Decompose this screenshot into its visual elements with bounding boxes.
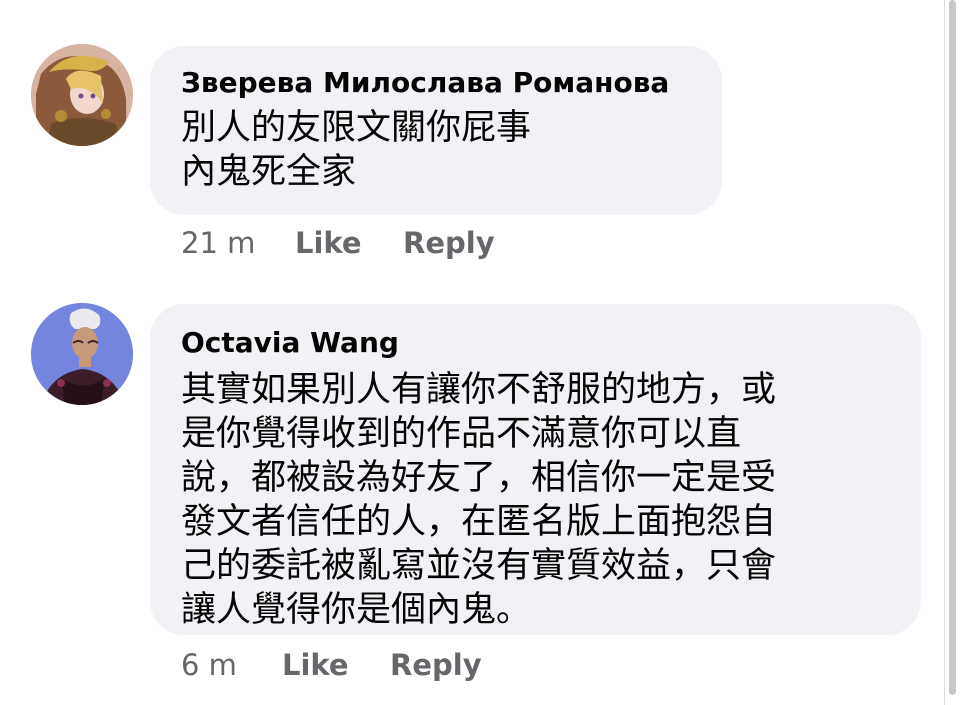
comment-text-line: 發文者信任的人，在匿名版上面抱怨自 bbox=[181, 502, 777, 542]
comment-actions: 6 m Like Reply bbox=[181, 648, 581, 682]
comment-text: 別人的友限文關你屁事 內鬼死全家 bbox=[181, 106, 531, 194]
comment-text-line: 其實如果別人有讓你不舒服的地方，或 bbox=[181, 370, 777, 410]
comment-timestamp[interactable]: 21 m bbox=[181, 226, 255, 260]
comment-actions: 21 m Like Reply bbox=[181, 226, 581, 260]
reply-button[interactable]: Reply bbox=[403, 226, 495, 260]
avatar-illustration bbox=[31, 44, 133, 146]
comment-text-line: 說，都被設為好友了，相信你一定是受 bbox=[181, 458, 777, 498]
comment-text: 其實如果別人有讓你不舒服的地方，或 是你覺得收到的作品不滿意你可以直 說，都被設… bbox=[181, 368, 776, 632]
scrollbar-thumb[interactable] bbox=[949, 0, 956, 695]
vertical-scrollbar[interactable] bbox=[944, 0, 961, 705]
reply-button[interactable]: Reply bbox=[390, 648, 482, 682]
avatar[interactable] bbox=[31, 44, 133, 146]
comment-author[interactable]: Зверева Милослава Романова bbox=[181, 66, 669, 100]
comment-timestamp[interactable]: 6 m bbox=[181, 648, 237, 682]
comment-text-line: 讓人覺得你是個內鬼。 bbox=[181, 590, 532, 630]
like-button[interactable]: Like bbox=[282, 648, 349, 682]
comment-text-line: 是你覺得收到的作品不滿意你可以直 bbox=[181, 414, 742, 454]
comment-text-line: 內鬼死全家 bbox=[181, 152, 357, 192]
comment-1: Зверева Милослава Романова 別人的友限文關你屁事 內鬼… bbox=[0, 0, 961, 290]
comment-text-line: 別人的友限文關你屁事 bbox=[181, 108, 532, 148]
comment-text-line: 己的委託被亂寫並沒有實質效益，只會 bbox=[181, 546, 777, 586]
like-button[interactable]: Like bbox=[295, 226, 362, 260]
comment-2: Octavia Wang 其實如果別人有讓你不舒服的地方，或 是你覺得收到的作品… bbox=[0, 290, 961, 705]
avatar-illustration bbox=[31, 303, 133, 405]
comment-author[interactable]: Octavia Wang bbox=[181, 326, 399, 360]
avatar[interactable] bbox=[31, 303, 133, 405]
